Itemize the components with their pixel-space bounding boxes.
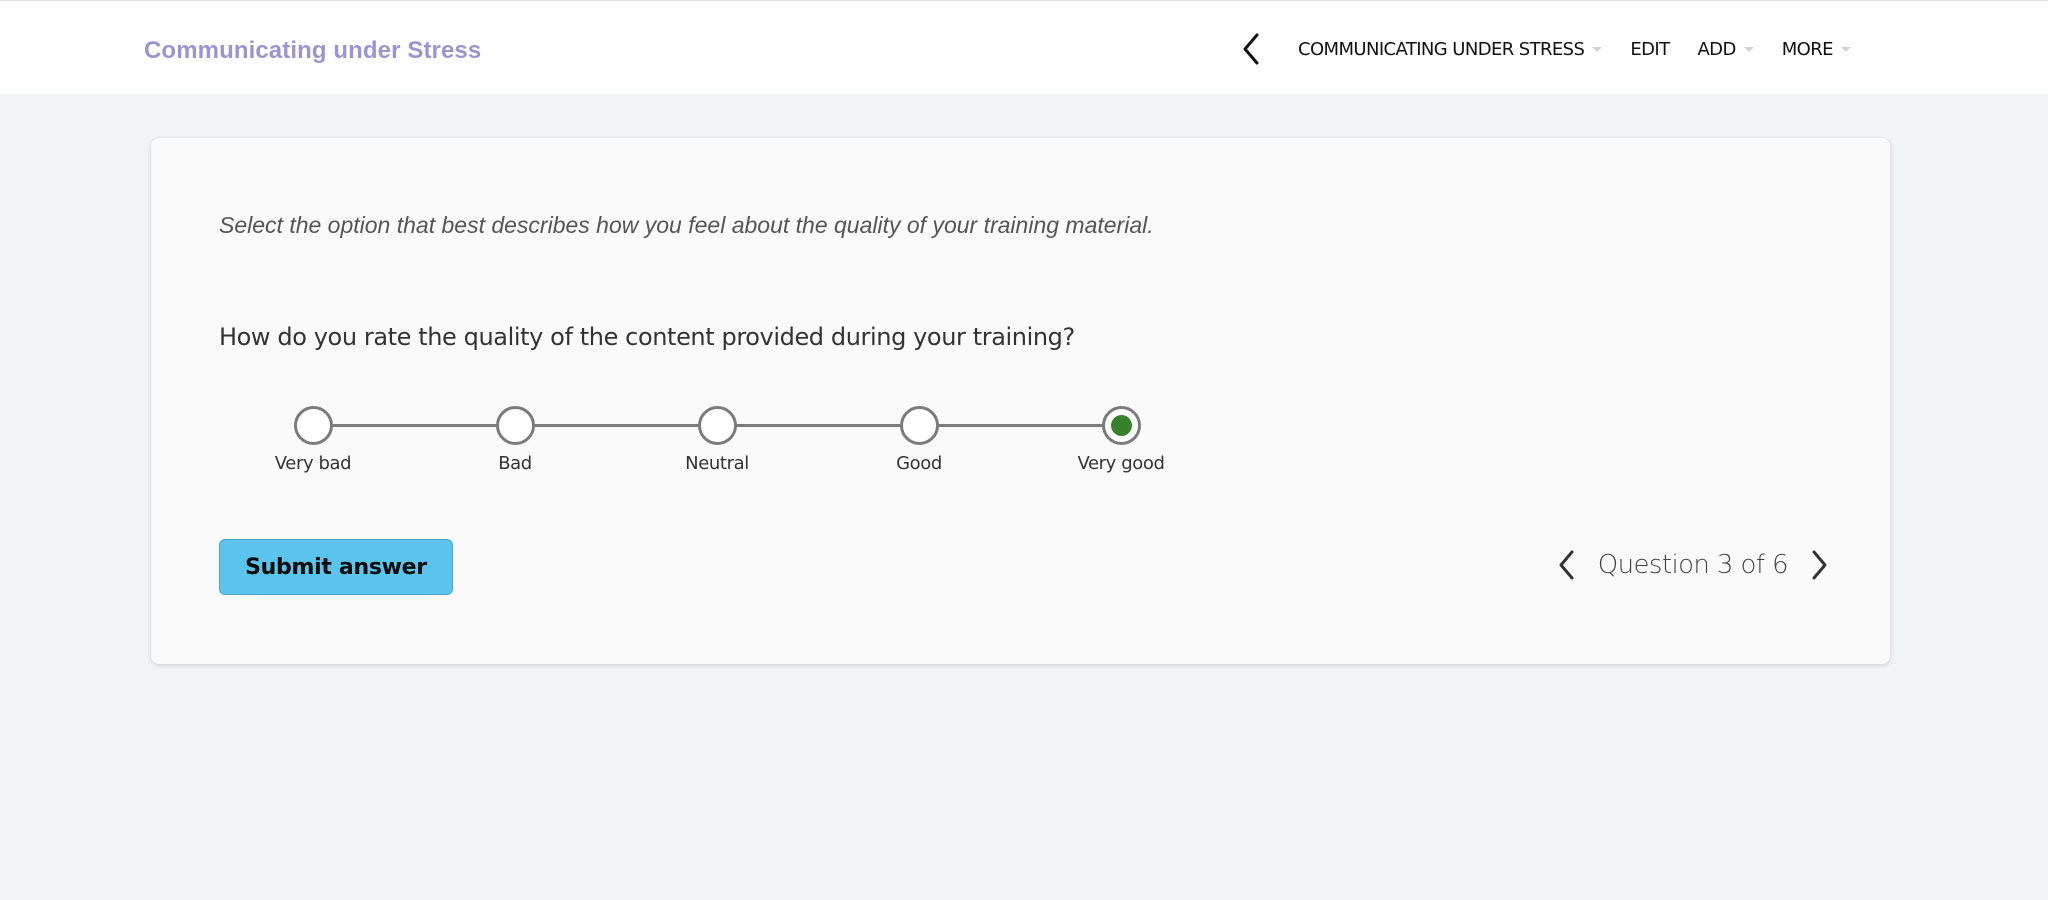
back-button[interactable] <box>1236 31 1266 67</box>
nav-add-menu[interactable]: ADD <box>1697 38 1754 60</box>
previous-question-button[interactable] <box>1554 545 1580 585</box>
rating-option-label: Very good <box>1077 453 1165 474</box>
chevron-left-icon <box>1243 33 1259 65</box>
radio-selected-dot <box>1110 415 1132 436</box>
rating-option[interactable]: Bad <box>455 406 575 474</box>
nav-course-label: COMMUNICATING UNDER STRESS <box>1298 38 1585 60</box>
radio-unselected[interactable] <box>697 406 737 445</box>
nav-more-label: MORE <box>1781 38 1834 60</box>
caret-down-icon <box>1840 46 1851 52</box>
radio-selected[interactable] <box>1101 406 1141 445</box>
radio-unselected[interactable] <box>899 406 939 445</box>
submit-answer-button[interactable]: Submit answer <box>219 539 453 595</box>
next-question-button[interactable] <box>1806 545 1832 585</box>
question-pager: Question 3 of 6 <box>1554 540 1832 590</box>
caret-down-icon <box>1743 46 1754 52</box>
radio-unselected[interactable] <box>293 406 333 445</box>
rating-option-label: Very bad <box>274 453 352 474</box>
top-nav: COMMUNICATING UNDER STRESS EDIT ADD MORE <box>1236 31 1879 67</box>
survey-instruction: Select the option that best describes ho… <box>219 212 1154 238</box>
question-counter: Question 3 of 6 <box>1597 550 1789 580</box>
rating-option[interactable]: Neutral <box>657 406 777 474</box>
rating-option-label: Bad <box>498 453 532 474</box>
app-header: Communicating under Stress COMMUNICATING… <box>0 1 2048 94</box>
nav-course-menu[interactable]: COMMUNICATING UNDER STRESS <box>1298 38 1603 60</box>
nav-edit[interactable]: EDIT <box>1630 38 1670 60</box>
survey-question: How do you rate the quality of the conte… <box>219 323 1075 351</box>
nav-more-menu[interactable]: MORE <box>1782 39 1851 60</box>
rating-option[interactable]: Very good <box>1061 406 1181 474</box>
caret-down-icon <box>1592 46 1603 52</box>
course-title[interactable]: Communicating under Stress <box>144 37 481 65</box>
radio-unselected[interactable] <box>495 406 535 445</box>
nav-add-label: ADD <box>1697 38 1736 60</box>
rating-option[interactable]: Good <box>859 406 979 474</box>
rating-option-label: Neutral <box>685 453 749 474</box>
survey-card: Select the option that best describes ho… <box>151 138 1890 664</box>
rating-scale: Very bad Bad Neutral Good Very good <box>275 406 1173 486</box>
chevron-left-icon <box>1559 550 1574 580</box>
chevron-right-icon <box>1812 550 1827 580</box>
nav-edit-label: EDIT <box>1630 38 1670 60</box>
rating-option[interactable]: Very bad <box>253 406 373 474</box>
rating-option-label: Good <box>896 453 942 474</box>
